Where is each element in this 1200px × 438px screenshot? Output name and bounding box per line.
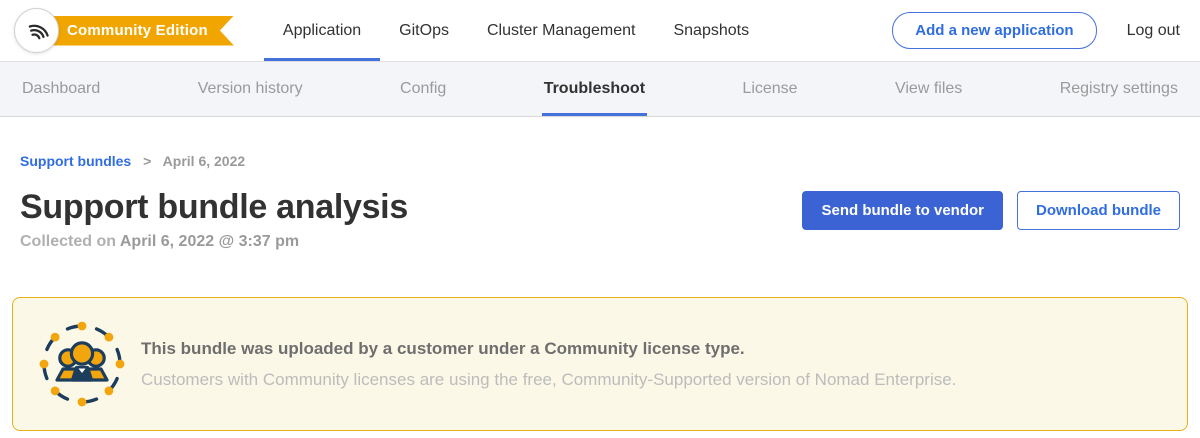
top-nav-item-cluster-management[interactable]: Cluster Management: [468, 0, 655, 61]
replicated-logo-glyph: [24, 18, 50, 44]
top-nav: Application GitOps Cluster Management Sn…: [264, 0, 768, 61]
sub-nav-item-dashboard[interactable]: Dashboard: [20, 62, 102, 116]
bundle-actions: Send bundle to vendor Download bundle: [802, 189, 1180, 230]
send-bundle-to-vendor-button[interactable]: Send bundle to vendor: [802, 191, 1003, 230]
collected-date: April 6, 2022 @ 3:37 pm: [120, 233, 299, 250]
collected-timestamp: Collected on April 6, 2022 @ 3:37 pm: [20, 233, 408, 251]
banner-subtitle: Customers with Community licenses are us…: [141, 370, 956, 390]
sub-nav-item-version-history[interactable]: Version history: [196, 62, 305, 116]
community-group-icon: [37, 319, 127, 409]
top-nav-item-application[interactable]: Application: [264, 0, 380, 61]
sub-nav-item-troubleshoot[interactable]: Troubleshoot: [542, 62, 647, 116]
breadcrumb-support-bundles-link[interactable]: Support bundles: [20, 153, 131, 169]
add-new-application-button[interactable]: Add a new application: [892, 12, 1096, 49]
sub-nav-item-view-files[interactable]: View files: [893, 62, 964, 116]
sub-nav-item-config[interactable]: Config: [398, 62, 448, 116]
banner-text: This bundle was uploaded by a customer u…: [141, 339, 956, 390]
sub-nav-item-license[interactable]: License: [740, 62, 799, 116]
main-content: Support bundles > April 6, 2022 Support …: [0, 117, 1200, 251]
brand: Community Edition: [14, 0, 234, 61]
download-bundle-button[interactable]: Download bundle: [1017, 191, 1180, 230]
breadcrumb-separator: >: [143, 153, 151, 169]
sub-nav-item-registry-settings[interactable]: Registry settings: [1058, 62, 1180, 116]
page-title: Support bundle analysis: [20, 189, 408, 226]
logout-button[interactable]: Log out: [1127, 22, 1180, 40]
collected-prefix: Collected on: [20, 233, 120, 250]
header-right: Add a new application Log out: [892, 12, 1180, 49]
top-nav-item-snapshots[interactable]: Snapshots: [654, 0, 768, 61]
community-edition-badge: Community Edition: [49, 16, 234, 46]
top-header: Community Edition Application GitOps Clu…: [0, 0, 1200, 62]
banner-wrap: This bundle was uploaded by a customer u…: [0, 297, 1200, 431]
title-row: Support bundle analysis Collected on Apr…: [20, 189, 1180, 251]
app-sub-nav: Dashboard Version history Config Trouble…: [0, 62, 1200, 117]
breadcrumb-current: April 6, 2022: [163, 153, 246, 169]
replicated-logo-icon[interactable]: [14, 8, 59, 53]
community-license-banner: This bundle was uploaded by a customer u…: [12, 297, 1188, 431]
breadcrumb: Support bundles > April 6, 2022: [20, 153, 1180, 169]
top-nav-item-gitops[interactable]: GitOps: [380, 0, 468, 61]
banner-title: This bundle was uploaded by a customer u…: [141, 339, 956, 359]
title-block: Support bundle analysis Collected on Apr…: [20, 189, 408, 251]
